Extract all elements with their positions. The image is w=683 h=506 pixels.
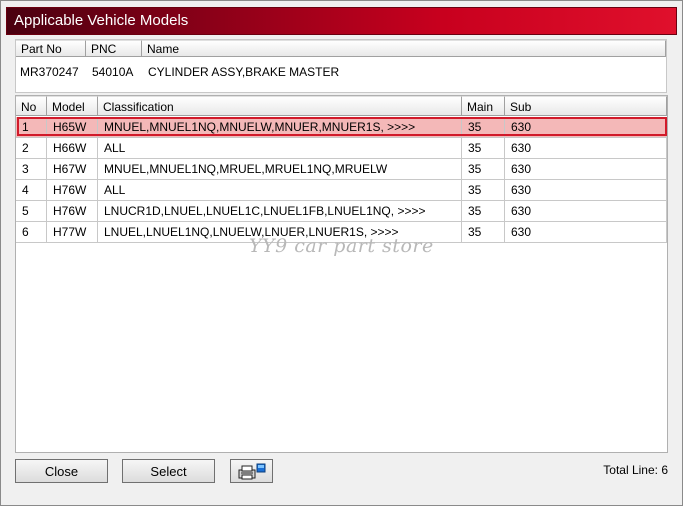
name-value: CYLINDER ASSY,BRAKE MASTER — [148, 65, 340, 79]
cell-model: H67W — [47, 159, 98, 180]
part-no-value: MR370247 — [20, 65, 79, 79]
select-button[interactable]: Select — [122, 459, 215, 483]
cell-no: 3 — [16, 159, 47, 180]
column-header-model[interactable]: Model — [47, 96, 98, 116]
cell-model: H76W — [47, 180, 98, 201]
cell-no: 1 — [16, 117, 47, 138]
table-row[interactable]: 2 H66W ALL 35 630 — [16, 138, 667, 159]
cell-sub: 630 — [505, 222, 667, 243]
cell-sub: 630 — [505, 117, 667, 138]
total-line-label: Total Line: 6 — [603, 463, 668, 477]
applicable-vehicle-models-window: Applicable Vehicle Models Part No PNC Na… — [0, 0, 683, 506]
column-header-main[interactable]: Main — [462, 96, 505, 116]
column-header-no[interactable]: No — [16, 96, 47, 116]
watermark-text: YY9 car part store — [249, 235, 434, 257]
title-bar[interactable]: Applicable Vehicle Models — [6, 7, 677, 35]
cell-no: 6 — [16, 222, 47, 243]
table-row[interactable]: 1 H65W MNUEL,MNUEL1NQ,MNUELW,MNUER,MNUER… — [16, 117, 667, 138]
column-header-sub[interactable]: Sub — [505, 96, 667, 116]
cell-model: H66W — [47, 138, 98, 159]
pnc-value: 54010A — [92, 65, 134, 79]
part-info-header: Part No PNC Name — [16, 40, 666, 58]
header-part-no: Part No — [16, 40, 86, 57]
cell-main: 35 — [462, 138, 505, 159]
cell-model: H77W — [47, 222, 98, 243]
cell-main: 35 — [462, 180, 505, 201]
print-button[interactable] — [230, 459, 273, 483]
cell-no: 4 — [16, 180, 47, 201]
cell-main: 35 — [462, 117, 505, 138]
header-pnc: PNC — [86, 40, 142, 57]
cell-main: 35 — [462, 159, 505, 180]
cell-classification: ALL — [98, 138, 462, 159]
header-name: Name — [142, 40, 666, 57]
cell-classification: MNUEL,MNUEL1NQ,MRUEL,MRUEL1NQ,MRUELW — [98, 159, 462, 180]
window-title: Applicable Vehicle Models — [14, 12, 189, 29]
cell-main: 35 — [462, 222, 505, 243]
cell-classification: ALL — [98, 180, 462, 201]
cell-model: H76W — [47, 201, 98, 222]
cell-model: H65W — [47, 117, 98, 138]
part-info-panel: Part No PNC Name MR370247 54010A CYLINDE… — [15, 39, 667, 93]
column-header-classification[interactable]: Classification — [98, 96, 462, 116]
cell-sub: 630 — [505, 138, 667, 159]
table-row[interactable]: 5 H76W LNUCR1D,LNUEL,LNUEL1C,LNUEL1FB,LN… — [16, 201, 667, 222]
close-button[interactable]: Close — [15, 459, 108, 483]
cell-sub: 630 — [505, 201, 667, 222]
cell-classification: MNUEL,MNUEL1NQ,MNUELW,MNUER,MNUER1S, >>>… — [98, 117, 462, 138]
cell-no: 5 — [16, 201, 47, 222]
cell-main: 35 — [462, 201, 505, 222]
cell-classification: LNUCR1D,LNUEL,LNUEL1C,LNUEL1FB,LNUEL1NQ,… — [98, 201, 462, 222]
table-row[interactable]: 3 H67W MNUEL,MNUEL1NQ,MRUEL,MRUEL1NQ,MRU… — [16, 159, 667, 180]
cell-sub: 630 — [505, 159, 667, 180]
printer-icon — [237, 463, 267, 480]
cell-no: 2 — [16, 138, 47, 159]
vehicle-models-table: No Model Classification Main Sub 1 H65W … — [15, 95, 668, 453]
table-row[interactable]: 4 H76W ALL 35 630 — [16, 180, 667, 201]
cell-sub: 630 — [505, 180, 667, 201]
